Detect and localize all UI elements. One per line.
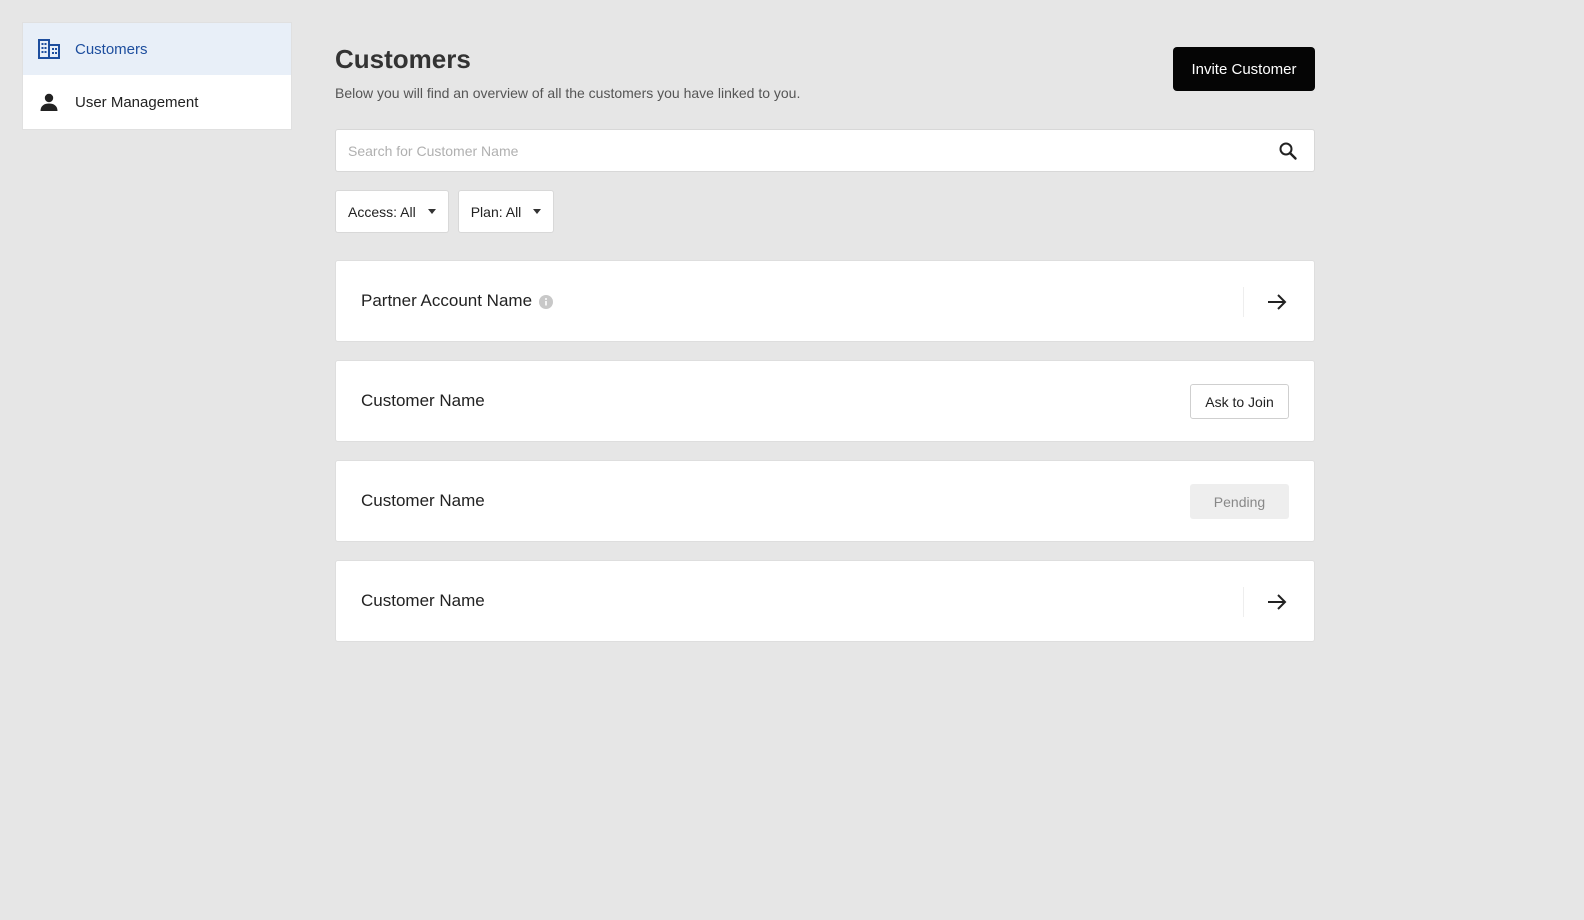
invite-customer-button[interactable]: Invite Customer (1173, 47, 1315, 91)
ask-to-join-button[interactable]: Ask to Join (1190, 384, 1289, 419)
sidebar-item-user-management[interactable]: User Management (23, 75, 291, 129)
search-input[interactable] (336, 130, 1276, 171)
plan-filter-dropdown[interactable]: Plan: All (457, 190, 555, 233)
list-item-name: Customer Name (361, 591, 485, 610)
list-item-name: Partner Account Name (361, 291, 533, 310)
sidebar-item-customers[interactable]: Customers (23, 23, 291, 75)
divider (1243, 587, 1244, 617)
list-item-name: Customer Name (361, 491, 485, 510)
list-item: Customer Name Pending (335, 460, 1315, 542)
pending-badge: Pending (1190, 484, 1289, 519)
search-bar (335, 129, 1315, 172)
person-icon (37, 90, 61, 114)
list-item: Customer Name (335, 560, 1315, 642)
building-icon (37, 37, 61, 61)
filter-label: Plan: All (470, 203, 522, 220)
search-icon[interactable] (1276, 139, 1300, 163)
customer-list: Partner Account Name Customer Name Ask t… (335, 260, 1315, 660)
sidebar-item-label: User Management (75, 93, 199, 111)
sidebar-item-label: Customers (75, 40, 148, 58)
filter-label: Access: All (348, 203, 416, 220)
page-header: Customers Below you will find an overvie… (335, 0, 1315, 128)
divider (1243, 287, 1244, 317)
partner-account-name: Partner Account Name (361, 291, 554, 311)
access-filter-dropdown[interactable]: Access: All (335, 190, 449, 233)
caret-down-icon (427, 209, 436, 214)
info-icon[interactable] (539, 294, 554, 309)
arrow-right-icon[interactable] (1264, 589, 1290, 615)
page-subtitle: Below you will find an overview of all t… (335, 85, 801, 101)
sidebar: Customers User Management (22, 22, 292, 130)
filter-bar: Access: All Plan: All (335, 190, 555, 233)
caret-down-icon (533, 209, 542, 214)
main-content: Customers Below you will find an overvie… (335, 0, 1315, 642)
list-item: Customer Name Ask to Join (335, 360, 1315, 442)
arrow-right-icon[interactable] (1264, 289, 1290, 315)
list-item: Partner Account Name (335, 260, 1315, 342)
list-item-name: Customer Name (361, 391, 485, 410)
page-title: Customers (335, 44, 471, 74)
